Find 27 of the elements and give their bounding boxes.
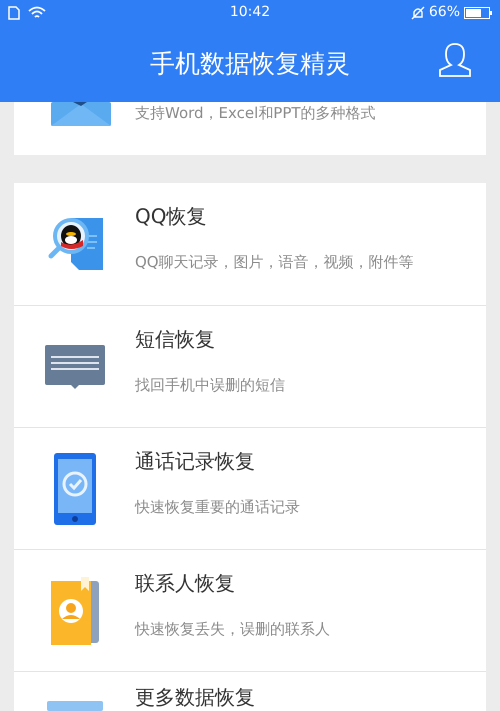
battery-icon [464,6,492,18]
item-subtitle: 支持Word，Excel和PPT的多种格式 [135,103,376,124]
recovery-option[interactable]: 通话记录恢复 快速恢复重要的通话记录 [14,427,486,549]
item-title: QQ恢复 [135,203,208,230]
item-subtitle: 找回手机中误删的短信 [135,375,285,396]
recovery-option[interactable]: 短信恢复 找回手机中误删的短信 [14,305,486,427]
user-profile-icon[interactable] [438,42,472,78]
message-icon [44,344,104,388]
item-subtitle: QQ聊天记录，图片，语音，视频，附件等 [135,252,414,273]
status-time: 10:42 [230,3,270,22]
phone-check-icon [54,452,96,524]
item-title: 更多数据恢复 [135,684,255,711]
item-title: 通话记录恢复 [135,448,256,475]
muted-bell-icon [410,6,425,20]
battery-percent: 66% [428,3,460,22]
recovery-option[interactable]: 更多数据恢复 [14,671,486,711]
sim-card-icon [8,6,20,20]
envelope-icon [51,102,111,126]
address-book-icon [48,576,100,644]
recovery-option[interactable]: 联系人恢复 快速恢复丢失，误删的联系人 [14,549,486,671]
item-title: 短信恢复 [135,326,216,353]
recovery-option[interactable]: QQ恢复 QQ聊天记录，图片，语音，视频，附件等 [14,183,486,305]
app-title: 手机数据恢复精灵 [150,48,350,80]
item-subtitle: 快速恢复重要的通话记录 [135,497,300,518]
wifi-icon [28,6,46,20]
item-subtitle: 快速恢复丢失，误删的联系人 [135,619,330,640]
item-title: 联系人恢复 [135,570,236,597]
